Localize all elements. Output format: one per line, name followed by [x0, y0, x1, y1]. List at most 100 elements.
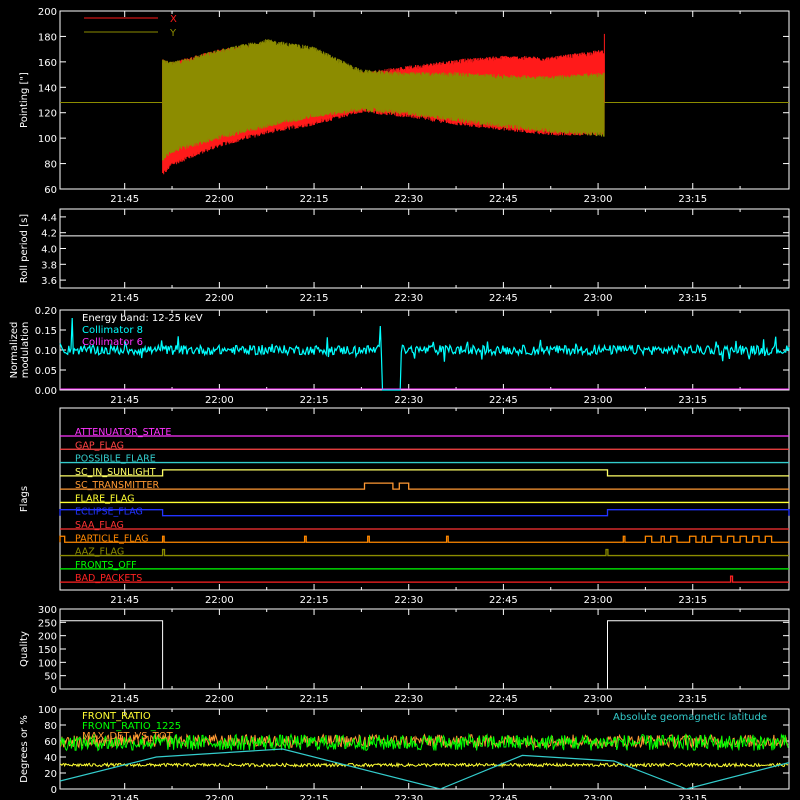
- quality-ytick-label: 200: [38, 632, 57, 643]
- flags-ylabel: Flags: [19, 486, 30, 512]
- quality-ytick-label: 300: [38, 605, 57, 616]
- ratios-ytick-label: 100: [38, 705, 57, 716]
- pointing-legend-label-x: X: [170, 14, 177, 25]
- roll-xtick-label: 22:45: [489, 293, 518, 304]
- pointing-panel: 21:45 22:00 22:15 22:30 22:45 23:00 23:15 60 80 1…: [19, 7, 790, 205]
- pointing-xtick-label: 23:00: [584, 194, 613, 205]
- flags-xtick-label: 22:00: [205, 595, 234, 606]
- flag-line-aaz-flag: [60, 548, 789, 557]
- flag-label-eclipse-flag: ECLIPSE_FLAG: [75, 507, 143, 518]
- flag-line-eclipse-flag: [59, 509, 790, 517]
- pointing-ytick-label: 60: [44, 185, 57, 196]
- flags-xtick-label: 22:30: [394, 595, 423, 606]
- modulation-xtick-label: 22:45: [489, 395, 518, 406]
- modulation-ytick-label: 0.20: [35, 306, 57, 317]
- roll-ytick-label: 4.4: [41, 213, 57, 224]
- roll-xtick-label: 23:00: [584, 293, 613, 304]
- roll-xtick-label: 21:45: [110, 293, 139, 304]
- flags-xtick-label: 23:00: [584, 595, 613, 606]
- flag-label-bad-packets: BAD_PACKETS: [75, 573, 142, 584]
- modulation-ylabel: modulation: [20, 322, 31, 379]
- ratios-legend-geomagnetic-latitude: Absolute geomagnetic latitude: [613, 712, 767, 723]
- flags-panel: 21:45 22:00 22:15 22:30 22:45 23:00 23:15 Flags…: [19, 407, 790, 606]
- ratios-xtick-label: 21:45: [110, 794, 139, 800]
- pointing-legend-label-y: Y: [169, 28, 177, 39]
- quality-xtick-label: 23:00: [584, 694, 613, 705]
- pointing-ytick-label: 120: [38, 109, 57, 120]
- quality-ytick-label: 150: [38, 645, 57, 656]
- modulation-legend-collimator-6: Collimator 6: [82, 337, 143, 348]
- pointing-ytick-label: 140: [38, 83, 57, 94]
- flag-label-fronts-off: FRONTS_OFF: [75, 560, 137, 571]
- roll-ytick-label: 3.6: [41, 276, 57, 287]
- modulation-xtick-label: 22:15: [300, 395, 329, 406]
- modulation-legend-collimator-8: Collimator 8: [82, 325, 143, 336]
- flag-label-sc-transmitter: SC_TRANSMITTER: [75, 480, 160, 491]
- hessi-quicklook-figure: 21:45 22:00 22:15 22:30 22:45 23:00 23:15 60 80 1…: [9, 7, 790, 800]
- quality-xtick-label: 22:30: [394, 694, 423, 705]
- pointing-ytick-label: 160: [38, 58, 57, 69]
- ratios-series-front-ratio: [60, 761, 789, 769]
- ratios-ylabel: Degrees or %: [19, 715, 30, 783]
- pointing-xtick-label: 22:45: [489, 194, 518, 205]
- flag-label-attenuator-state: ATTENUATOR_STATE: [75, 427, 171, 438]
- ratios-xtick-label: 22:30: [394, 794, 423, 800]
- flag-line-particle-flag: [59, 535, 789, 543]
- quality-xtick-label: 22:15: [300, 694, 329, 705]
- modulation-ylabel: Normalized: [9, 322, 20, 379]
- flag-label-particle-flag: PARTICLE_FLAG: [75, 533, 148, 544]
- modulation-series-collimator-8: [59, 317, 790, 391]
- ratios-series-geomagnetic-latitude: [60, 748, 789, 789]
- flag-line-sc-transmitter: [60, 482, 789, 490]
- pointing-xtick-label: 22:00: [205, 194, 234, 205]
- pointing-xtick-label: 22:15: [300, 194, 329, 205]
- ratios-ytick-label: 0: [51, 785, 57, 796]
- flag-label-gap-flag: GAP_FLAG: [75, 440, 124, 451]
- flag-label-sc-in-sunlight: SC_IN_SUNLIGHT: [75, 467, 156, 478]
- quality-ylabel: Quality: [19, 631, 30, 667]
- quality-xtick-label: 22:00: [205, 694, 234, 705]
- ratios-xtick-label: 23:00: [584, 794, 613, 800]
- modulation-xtick-label: 22:00: [205, 395, 234, 406]
- roll-panel: 21:45 22:00 22:15 22:30 22:45 23:00 23:15 3.6 3.…: [19, 208, 790, 304]
- roll-xtick-label: 23:15: [678, 293, 707, 304]
- pointing-ytick-label: 200: [38, 7, 57, 18]
- roll-ytick-label: 4.2: [41, 229, 57, 240]
- ratios-panel: 21:45 22:00 22:15 22:30 22:45 23:00 23:15 0 20 40…: [19, 705, 790, 800]
- ratios-xtick-label: 22:45: [489, 794, 518, 800]
- modulation-xtick-label: 22:30: [394, 395, 423, 406]
- modulation-xtick-label: 21:45: [110, 395, 139, 406]
- modulation-annotation: Energy band: 12-25 keV: [82, 313, 203, 324]
- quality-xtick-label: 21:45: [110, 694, 139, 705]
- modulation-xtick-label: 23:15: [678, 395, 707, 406]
- quality-ytick-label: 0: [51, 685, 57, 696]
- pointing-xtick-label: 23:15: [678, 194, 707, 205]
- flag-line-sc-in-sunlight: [60, 469, 789, 477]
- flags-xtick-label: 21:45: [110, 595, 139, 606]
- flag-label-flare-flag: FLARE_FLAG: [75, 493, 135, 504]
- pointing-xtick-label: 22:30: [394, 194, 423, 205]
- roll-ytick-label: 4.0: [41, 245, 57, 256]
- flag-line-bad-packets: [60, 575, 789, 583]
- quality-xtick-label: 22:45: [489, 694, 518, 705]
- quality-ytick-label: 50: [44, 672, 57, 683]
- flag-label-saa-flag: SAA_FLAG: [75, 520, 124, 531]
- roll-ytick-label: 3.8: [41, 260, 57, 271]
- quality-ytick-label: 250: [38, 618, 57, 629]
- ratios-xtick-label: 23:15: [678, 794, 707, 800]
- pointing-ytick-label: 80: [44, 160, 57, 171]
- ratios-ytick-label: 60: [44, 737, 57, 748]
- roll-xtick-label: 22:30: [394, 293, 423, 304]
- modulation-ytick-label: 0.15: [35, 326, 57, 337]
- modulation-ytick-label: 0.05: [35, 366, 57, 377]
- flags-xtick-label: 22:45: [489, 595, 518, 606]
- ratios-ytick-label: 40: [44, 753, 57, 764]
- ratios-legend-max-det: MAX_DET_VS_TOT: [82, 731, 174, 742]
- ratios-ytick-label: 80: [44, 721, 57, 732]
- pointing-ytick-label: 100: [38, 134, 57, 145]
- modulation-panel: 21:45 22:00 22:15 22:30 22:45 23:00 23:15 0.00 0…: [9, 306, 790, 406]
- modulation-ytick-label: 0.00: [35, 386, 57, 397]
- modulation-ytick-label: 0.10: [35, 346, 57, 357]
- pointing-ytick-label: 180: [38, 32, 57, 43]
- roll-xtick-label: 22:00: [205, 293, 234, 304]
